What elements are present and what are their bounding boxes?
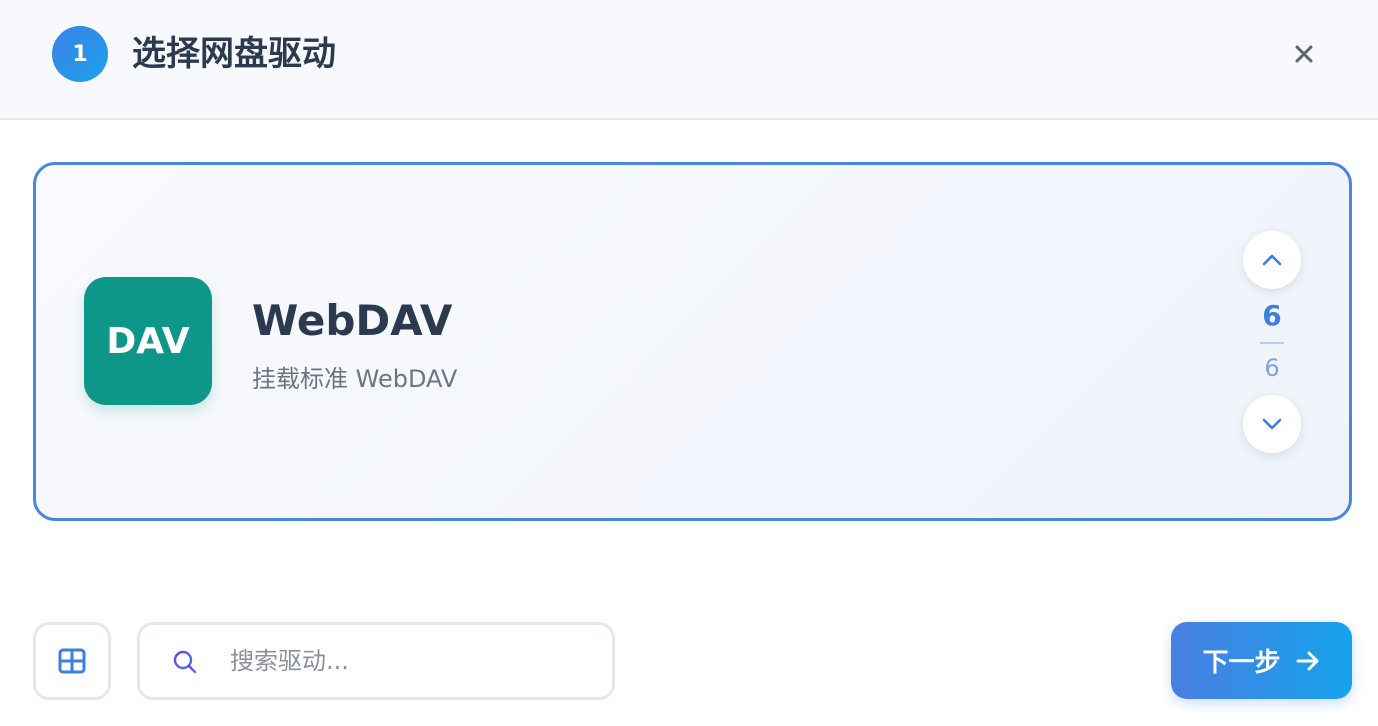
drive-card[interactable]: DAV WebDAV 挂载标准 WebDAV 6 6 — [33, 162, 1352, 521]
arrow-right-icon — [1296, 651, 1318, 670]
step-number: 1 — [72, 41, 88, 67]
search-box — [137, 622, 615, 700]
drive-logo: DAV — [84, 277, 212, 405]
page-current: 6 — [1262, 299, 1282, 332]
previous-drive-button[interactable] — [1243, 231, 1301, 289]
next-step-label: 下一步 — [1202, 648, 1281, 678]
close-button[interactable] — [1284, 34, 1324, 74]
drive-logo-text: DAV — [106, 320, 190, 362]
search-icon — [173, 650, 197, 674]
drive-name: WebDAV — [252, 296, 453, 345]
grid-view-button[interactable] — [33, 622, 111, 700]
page-divider — [1260, 342, 1284, 344]
close-icon — [1295, 45, 1313, 63]
drive-description: 挂载标准 WebDAV — [252, 365, 458, 393]
chevron-down-icon — [1262, 418, 1282, 430]
page-total: 6 — [1264, 354, 1280, 382]
grid-icon — [58, 648, 86, 674]
dialog-title: 选择网盘驱动 — [132, 34, 336, 74]
step-badge: 1 — [52, 26, 108, 82]
chevron-up-icon — [1262, 254, 1282, 266]
dialog-header: 1 选择网盘驱动 — [0, 0, 1378, 120]
next-drive-button[interactable] — [1243, 395, 1301, 453]
next-step-button[interactable]: 下一步 — [1171, 622, 1352, 699]
search-input[interactable] — [230, 635, 600, 687]
